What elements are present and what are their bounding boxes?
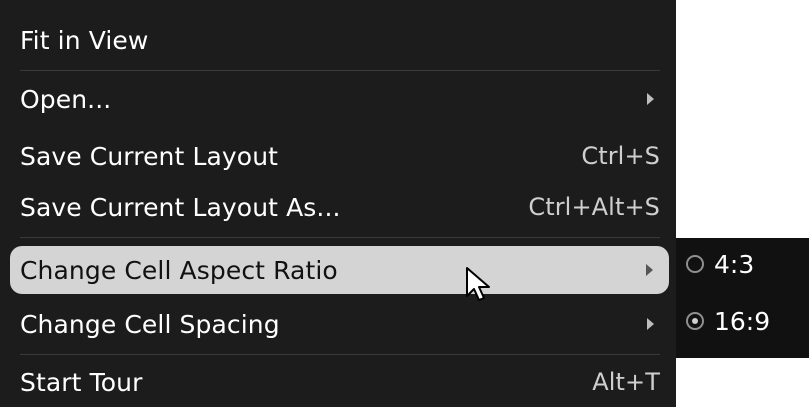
menu-item-label: Open...: [20, 84, 112, 114]
menu-item-label: Change Cell Aspect Ratio: [20, 255, 338, 285]
menu-separator: [20, 70, 660, 71]
menu-item-shortcut: Alt+T: [592, 368, 660, 396]
menu-item-open[interactable]: Open...: [0, 79, 676, 119]
submenu-option-4-3[interactable]: 4:3: [676, 244, 809, 284]
menu-item-label: Save Current Layout: [20, 141, 279, 171]
submenu-arrow-icon: [646, 264, 653, 276]
submenu-option-16-9[interactable]: 16:9: [676, 301, 809, 341]
context-menu: Fit in View Open... Save Current Layout …: [0, 0, 676, 407]
menu-separator: [20, 237, 660, 238]
menu-item-fit-in-view[interactable]: Fit in View: [0, 20, 676, 60]
menu-item-label: Fit in View: [20, 25, 149, 55]
menu-item-shortcut: Ctrl+Alt+S: [528, 193, 660, 221]
menu-item-change-cell-spacing[interactable]: Change Cell Spacing: [0, 304, 676, 344]
menu-item-label: Change Cell Spacing: [20, 309, 280, 339]
menu-item-save-current-layout[interactable]: Save Current Layout Ctrl+S: [0, 136, 676, 176]
menu-separator: [20, 354, 660, 355]
menu-item-start-tour[interactable]: Start Tour Alt+T: [0, 362, 676, 402]
radio-checked-icon: [686, 312, 704, 330]
menu-item-change-cell-aspect-ratio[interactable]: Change Cell Aspect Ratio: [10, 246, 669, 294]
mouse-cursor-icon: [466, 267, 490, 301]
submenu-arrow-icon: [647, 93, 654, 105]
submenu-option-label: 4:3: [714, 249, 755, 279]
menu-item-label: Save Current Layout As...: [20, 192, 341, 222]
radio-icon: [686, 255, 704, 273]
menu-item-shortcut: Ctrl+S: [581, 142, 660, 170]
submenu-arrow-icon: [647, 318, 654, 330]
aspect-ratio-submenu: 4:3 16:9: [676, 238, 809, 358]
submenu-option-label: 16:9: [714, 306, 771, 336]
menu-item-label: Start Tour: [20, 367, 143, 397]
menu-item-save-current-layout-as[interactable]: Save Current Layout As... Ctrl+Alt+S: [0, 187, 676, 227]
